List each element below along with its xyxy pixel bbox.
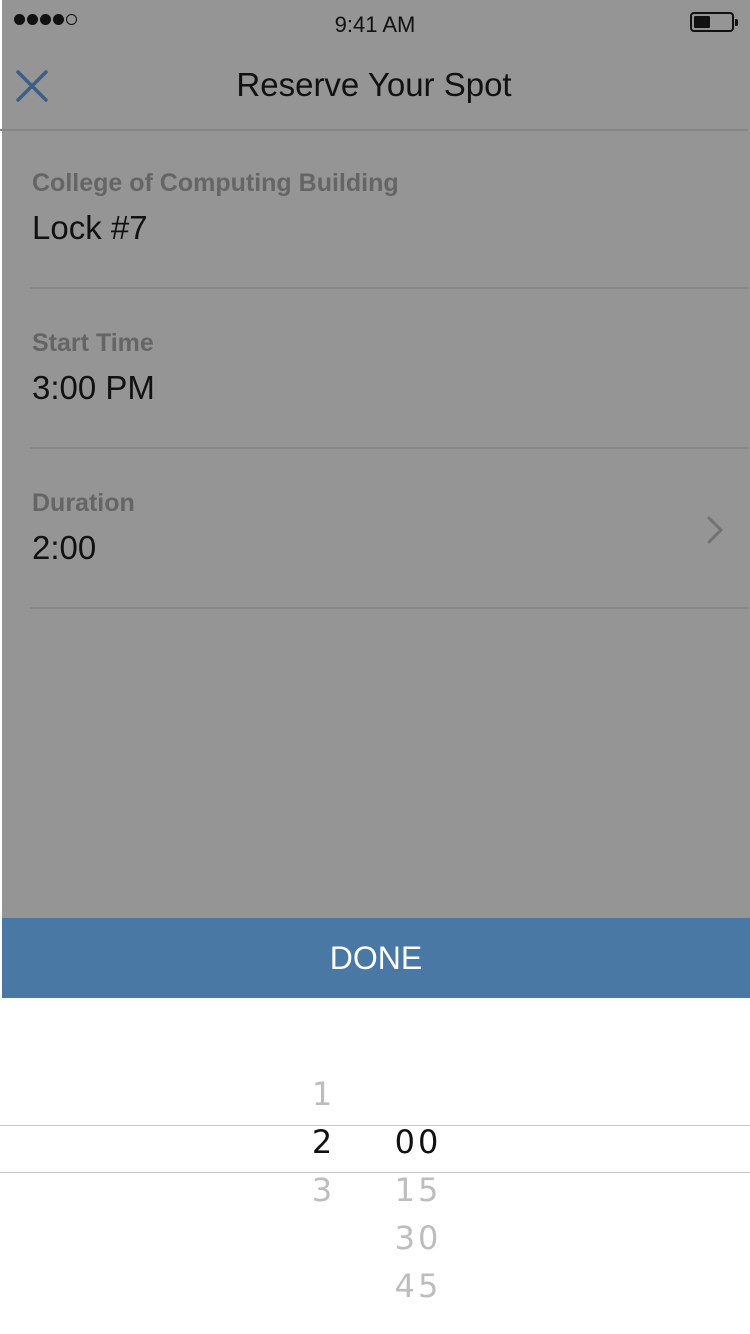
page-title: Reserve Your Spot xyxy=(236,66,512,103)
location-label: College of Computing Building xyxy=(32,169,399,197)
status-time: 9:41 AM xyxy=(334,12,416,37)
status-bar: 9:41 AM xyxy=(0,0,750,50)
done-button[interactable]: DONE xyxy=(2,918,750,998)
battery-level xyxy=(694,16,710,28)
start-time-value: 3:00 PM xyxy=(32,369,155,406)
hour-option-selected[interactable]: 2 xyxy=(292,1118,352,1166)
start-time-row[interactable]: Start Time 3:00 PM xyxy=(30,289,748,449)
duration-picker[interactable]: 1 2 3 00 15 30 45 xyxy=(0,998,750,1334)
minute-option[interactable]: 30 xyxy=(380,1214,456,1262)
chevron-right-icon xyxy=(707,516,723,544)
battery-icon xyxy=(690,12,738,32)
start-time-label: Start Time xyxy=(32,329,154,357)
hour-option[interactable]: 3 xyxy=(292,1166,352,1214)
minutes-column[interactable]: 00 15 30 45 xyxy=(380,1118,456,1310)
picker-selection-bottom-line xyxy=(0,1172,750,1173)
minute-option[interactable]: 15 xyxy=(380,1166,456,1214)
hours-column[interactable]: 1 2 3 xyxy=(292,1070,352,1214)
hour-option[interactable]: 1 xyxy=(292,1070,352,1118)
minute-option-selected[interactable]: 00 xyxy=(380,1118,456,1166)
location-value: Lock #7 xyxy=(32,209,148,246)
location-row: College of Computing Building Lock #7 xyxy=(30,129,748,289)
navigation-bar: Reserve Your Spot xyxy=(0,50,748,131)
picker-selection-top-line xyxy=(0,1125,750,1126)
duration-label: Duration xyxy=(32,489,135,517)
duration-value: 2:00 xyxy=(32,529,97,566)
duration-row[interactable]: Duration 2:00 xyxy=(30,449,748,609)
battery-tip xyxy=(735,19,738,26)
minute-option[interactable]: 45 xyxy=(380,1262,456,1310)
